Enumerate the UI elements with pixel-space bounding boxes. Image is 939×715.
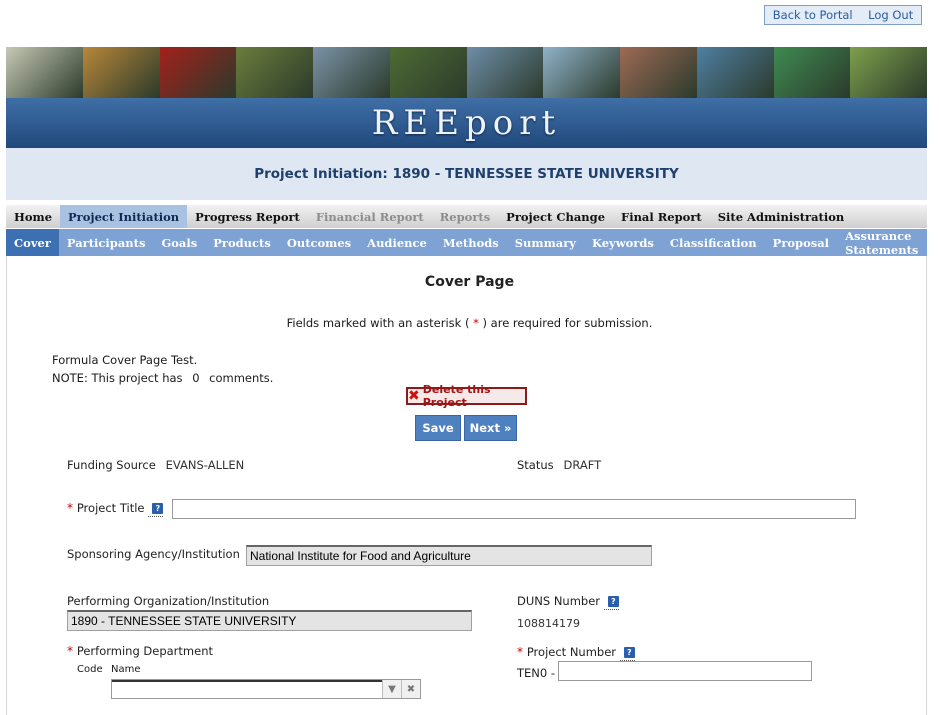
project-title-required-asterisk: *	[67, 501, 73, 515]
performing-dept-label-group: * Performing Department	[67, 644, 213, 658]
tab-participants[interactable]: Participants	[59, 229, 154, 256]
tab-classification[interactable]: Classification	[662, 229, 765, 256]
tab-products[interactable]: Products	[205, 229, 279, 256]
photo-banner	[6, 47, 927, 98]
duns-help[interactable]: ?	[603, 594, 619, 610]
performing-dept-input[interactable]	[112, 680, 382, 698]
tab-audience[interactable]: Audience	[359, 229, 435, 256]
tab-submit[interactable]: Submit	[926, 229, 939, 256]
project-header: Project Initiation: 1890 - TENNESSEE STA…	[6, 148, 927, 200]
project-title-heading: Project Initiation: 1890 - TENNESSEE STA…	[254, 166, 679, 182]
tab-assurance-statements[interactable]: Assurance Statements	[837, 229, 926, 257]
forest-photo	[236, 47, 313, 98]
portal-links: Back to Portal Log Out	[764, 5, 922, 25]
note-prefix: NOTE: This project has	[52, 371, 183, 385]
main-nav-item-reports: Reports	[439, 209, 491, 224]
project-number-required-asterisk: *	[517, 645, 523, 659]
main-nav-item-project-initiation[interactable]: Project Initiation	[60, 205, 188, 228]
tab-cover[interactable]: Cover	[6, 229, 59, 256]
red-flower-photo	[159, 47, 237, 98]
brand-band: REEport	[6, 98, 927, 148]
performing-org-input[interactable]	[67, 610, 472, 631]
note-suffix: comments.	[209, 371, 274, 385]
next-button[interactable]: Next »	[464, 415, 517, 441]
status-value: DRAFT	[563, 458, 602, 472]
delete-project-button[interactable]: ✖ Delete this Project	[406, 383, 527, 409]
project-title-help[interactable]: ?	[148, 501, 164, 517]
project-number-label-group: * Project Number ?	[517, 645, 635, 661]
comment-count: 0	[192, 371, 200, 385]
performing-dept-combo: ▼ ✖	[111, 679, 421, 699]
project-title-input[interactable]	[172, 499, 856, 519]
logout-link[interactable]: Log Out	[868, 8, 913, 22]
sponsoring-input[interactable]	[246, 545, 652, 566]
dropdown-arrow-icon[interactable]: ▼	[382, 680, 401, 698]
duns-value: 108814179	[517, 617, 580, 630]
funding-source-row: Funding Source EVANS-ALLEN	[67, 458, 244, 472]
microscope-photo	[620, 47, 697, 98]
main-nav-item-progress-report[interactable]: Progress Report	[187, 205, 308, 228]
tab-outcomes[interactable]: Outcomes	[279, 229, 359, 256]
sponsoring-label: Sponsoring Agency/Institution	[67, 547, 240, 561]
required-asterisk: *	[473, 316, 479, 330]
performing-dept-required-asterisk: *	[67, 644, 73, 658]
performing-org-label: Performing Organization/Institution	[67, 594, 270, 608]
delete-x-icon: ✖	[408, 388, 420, 404]
tab-proposal[interactable]: Proposal	[765, 229, 837, 256]
comments-note: NOTE: This project has 0 comments.	[52, 371, 273, 385]
project-title-label: Project Title	[76, 501, 145, 515]
status-row: Status DRAFT	[517, 458, 601, 472]
project-number-help[interactable]: ?	[619, 645, 635, 661]
duns-label: DUNS Number	[517, 594, 601, 608]
page-title: Cover Page	[424, 274, 515, 290]
name-col-label: Name	[111, 664, 141, 675]
project-title-label-group: * Project Title ?	[67, 501, 164, 517]
clear-x-icon[interactable]: ✖	[401, 680, 420, 698]
green-frog-photo	[773, 47, 851, 98]
waterfall-photo	[543, 47, 620, 98]
required-note-before: Fields marked with an asterisk (	[286, 316, 470, 330]
tab-goals[interactable]: Goals	[153, 229, 205, 256]
required-note-after: ) are required for submission.	[482, 316, 653, 330]
status-label: Status	[517, 458, 554, 472]
help-icon: ?	[607, 596, 619, 607]
funding-source-value: EVANS-ALLEN	[165, 458, 245, 472]
tab-summary[interactable]: Summary	[507, 229, 584, 256]
main-nav-item-financial-report: Financial Report	[315, 209, 424, 224]
sub-nav: Cover Participants Goals Products Outcomes Au…	[6, 229, 939, 257]
lab-scientist-photo	[6, 47, 83, 98]
brand-logo-text: REEport	[371, 103, 562, 143]
main-nav: Home Project Initiation Progress Report Fin…	[6, 205, 927, 228]
mountain-photo	[313, 47, 390, 98]
main-nav-item-final-report[interactable]: Final Report	[613, 205, 710, 228]
help-icon: ?	[152, 503, 164, 514]
dolphin-photo	[696, 47, 774, 98]
tab-methods[interactable]: Methods	[435, 229, 507, 256]
delete-project-label: Delete this Project	[422, 383, 491, 409]
main-nav-item-project-change[interactable]: Project Change	[498, 205, 613, 228]
project-number-label: Project Number	[526, 645, 617, 659]
formula-text: Formula Cover Page Test.	[52, 353, 198, 367]
farm-field-photo	[850, 47, 927, 98]
funding-source-label: Funding Source	[67, 458, 156, 472]
code-col-label: Code	[77, 664, 103, 675]
project-number-input[interactable]	[558, 661, 812, 681]
required-note: Fields marked with an asterisk ( * ) are…	[0, 316, 939, 330]
tractor-photo	[82, 47, 160, 98]
lake-photo	[466, 47, 544, 98]
tab-keywords[interactable]: Keywords	[584, 229, 662, 256]
bird-photo	[389, 47, 467, 98]
main-nav-item-site-administration[interactable]: Site Administration	[710, 205, 853, 228]
performing-dept-label: Performing Department	[76, 644, 213, 658]
duns-label-group: DUNS Number ?	[517, 594, 619, 610]
main-nav-item-home[interactable]: Home	[6, 205, 60, 228]
save-button[interactable]: Save	[415, 415, 461, 441]
project-number-prefix: TEN0 -	[517, 666, 556, 680]
back-to-portal-link[interactable]: Back to Portal	[773, 8, 853, 22]
help-icon: ?	[623, 647, 635, 658]
